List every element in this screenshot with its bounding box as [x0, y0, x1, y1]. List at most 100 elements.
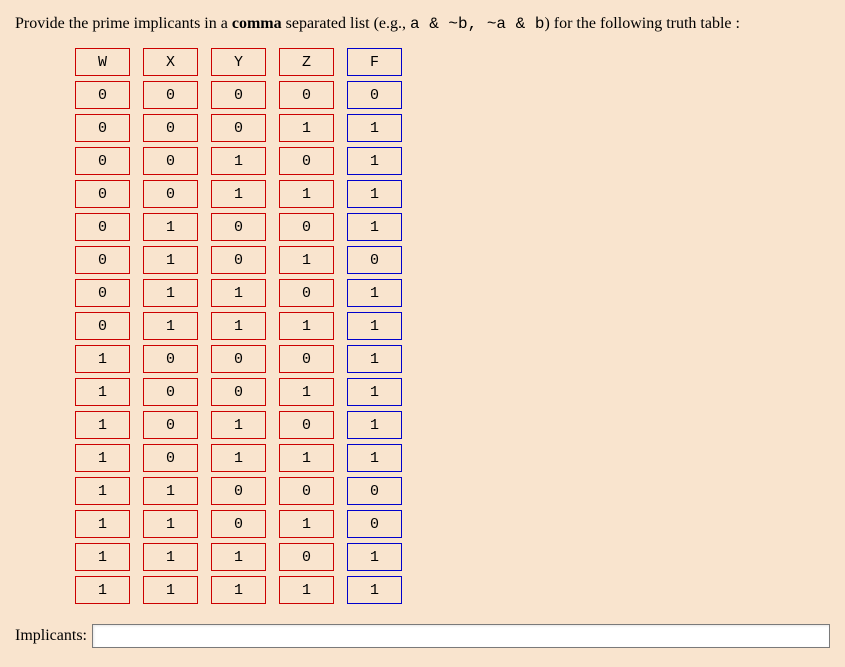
table-cell: 1 [347, 279, 402, 307]
table-cell: 1 [211, 312, 266, 340]
table-cell: 1 [211, 576, 266, 604]
table-cell: 1 [347, 411, 402, 439]
table-cell: 0 [75, 246, 130, 274]
table-cell: 1 [143, 477, 198, 505]
table-cell: 1 [211, 411, 266, 439]
table-cell: 1 [279, 114, 334, 142]
table-cell: 1 [75, 345, 130, 373]
table-cell: 1 [75, 576, 130, 604]
table-cell: 1 [347, 576, 402, 604]
table-header-cell: Y [211, 48, 266, 76]
table-cell: 1 [211, 180, 266, 208]
table-cell: 1 [75, 378, 130, 406]
prompt-bold: comma [232, 15, 282, 32]
table-cell: 0 [75, 147, 130, 175]
table-cell: 1 [347, 312, 402, 340]
table-cell: 1 [143, 312, 198, 340]
table-cell: 0 [75, 213, 130, 241]
table-cell: 0 [143, 378, 198, 406]
table-cell: 0 [279, 279, 334, 307]
table-cell: 1 [143, 213, 198, 241]
table-cell: 1 [75, 411, 130, 439]
table-cell: 0 [75, 114, 130, 142]
table-row: 01010 [75, 246, 830, 274]
table-cell: 0 [347, 477, 402, 505]
prompt-suffix: ) for the following truth table : [544, 15, 740, 32]
table-row: 01001 [75, 213, 830, 241]
implicants-input[interactable] [92, 624, 830, 648]
table-cell: 1 [143, 246, 198, 274]
table-cell: 0 [143, 345, 198, 373]
table-cell: 0 [347, 81, 402, 109]
implicants-row: Implicants: [15, 624, 830, 648]
table-header-row: WXYZF [75, 48, 830, 76]
table-cell: 1 [279, 312, 334, 340]
table-cell: 1 [279, 444, 334, 472]
table-cell: 0 [279, 543, 334, 571]
table-cell: 0 [143, 114, 198, 142]
table-cell: 1 [75, 543, 130, 571]
table-cell: 1 [143, 279, 198, 307]
table-cell: 1 [143, 543, 198, 571]
table-cell: 1 [279, 180, 334, 208]
table-cell: 1 [211, 543, 266, 571]
table-cell: 0 [75, 180, 130, 208]
table-cell: 0 [211, 477, 266, 505]
table-cell: 1 [347, 114, 402, 142]
table-cell: 0 [211, 378, 266, 406]
table-row: 10111 [75, 444, 830, 472]
table-cell: 0 [75, 312, 130, 340]
table-cell: 1 [347, 444, 402, 472]
table-row: 11101 [75, 543, 830, 571]
table-cell: 1 [75, 444, 130, 472]
table-row: 00000 [75, 81, 830, 109]
table-cell: 0 [211, 114, 266, 142]
table-header-cell: W [75, 48, 130, 76]
truth-table: WXYZF00000000110010100111010010101001101… [75, 48, 830, 604]
table-cell: 0 [211, 213, 266, 241]
table-row: 01111 [75, 312, 830, 340]
table-row: 10011 [75, 378, 830, 406]
prompt-prefix: Provide the prime implicants in a [15, 15, 232, 32]
table-row: 10001 [75, 345, 830, 373]
table-row: 00101 [75, 147, 830, 175]
table-cell: 1 [347, 543, 402, 571]
table-row: 11000 [75, 477, 830, 505]
table-cell: 0 [279, 411, 334, 439]
implicants-label: Implicants: [15, 627, 87, 645]
table-cell: 0 [279, 147, 334, 175]
table-cell: 0 [211, 345, 266, 373]
table-row: 00011 [75, 114, 830, 142]
prompt-mid: separated list (e.g., [282, 15, 410, 32]
table-header-cell: X [143, 48, 198, 76]
table-cell: 0 [75, 279, 130, 307]
table-cell: 0 [143, 444, 198, 472]
table-cell: 0 [347, 510, 402, 538]
table-cell: 1 [347, 378, 402, 406]
table-cell: 1 [211, 279, 266, 307]
table-row: 11111 [75, 576, 830, 604]
table-cell: 1 [143, 576, 198, 604]
table-header-cell: Z [279, 48, 334, 76]
table-cell: 1 [143, 510, 198, 538]
table-cell: 1 [75, 510, 130, 538]
table-row: 10101 [75, 411, 830, 439]
table-row: 11010 [75, 510, 830, 538]
table-cell: 0 [211, 81, 266, 109]
table-cell: 1 [279, 510, 334, 538]
table-cell: 0 [211, 510, 266, 538]
table-cell: 0 [143, 147, 198, 175]
table-cell: 1 [279, 246, 334, 274]
table-cell: 0 [75, 81, 130, 109]
table-cell: 0 [279, 345, 334, 373]
table-header-cell: F [347, 48, 402, 76]
table-cell: 0 [143, 180, 198, 208]
table-cell: 0 [279, 81, 334, 109]
table-row: 01101 [75, 279, 830, 307]
table-cell: 0 [279, 477, 334, 505]
table-cell: 0 [143, 81, 198, 109]
table-cell: 1 [347, 147, 402, 175]
table-cell: 1 [347, 213, 402, 241]
table-cell: 0 [279, 213, 334, 241]
table-cell: 0 [347, 246, 402, 274]
